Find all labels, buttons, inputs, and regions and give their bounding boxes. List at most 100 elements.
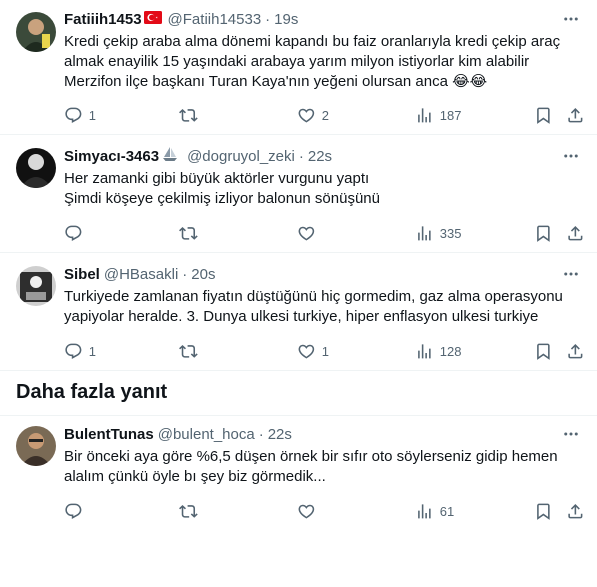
view-count: 335 (439, 225, 462, 241)
views-icon (418, 107, 431, 123)
separator-dot: · (265, 10, 271, 28)
views-button[interactable]: 128 (415, 341, 461, 361)
share-icon (568, 343, 583, 359)
more-options-icon[interactable] (561, 264, 581, 284)
tweet-actions: 1 1 128 (64, 341, 583, 361)
retweet-icon (179, 344, 198, 358)
laugh-emoji: 😂😂 (452, 73, 488, 90)
share-button[interactable] (566, 341, 585, 361)
retweet-button[interactable] (179, 501, 198, 521)
more-options-icon[interactable] (561, 424, 581, 444)
tweet-line: alalım çünkü öyle bı şey biz görmedik... (64, 468, 326, 485)
tweet-actions: 335 (64, 223, 583, 243)
reply-count: 1 (88, 343, 96, 359)
tweet-actions: 61 (64, 501, 583, 521)
author-name[interactable]: BulentTunas (64, 426, 154, 443)
reply-button[interactable]: 1 (64, 105, 96, 125)
share-button[interactable] (566, 501, 585, 521)
author-handle[interactable]: @Fatiih14533 (168, 11, 262, 28)
author-handle[interactable]: @HBasakli (104, 266, 178, 283)
bookmark-icon (537, 503, 550, 520)
bookmark-icon (537, 225, 550, 242)
tweet-line: Turkiyede zamlanan fiyatın düştüğünü hiç… (64, 288, 563, 305)
view-count: 61 (439, 503, 455, 519)
tweet[interactable]: Fatiiih1453 @Fatiih14533 · 19s Kredi çek… (0, 0, 597, 135)
retweet-icon (179, 504, 198, 518)
reply-icon (65, 343, 82, 359)
like-button[interactable]: 1 (297, 341, 329, 361)
timestamp[interactable]: 22s (308, 148, 332, 165)
tweet[interactable]: BulentTunas @bulent_hoca · 22s Bir öncek… (0, 416, 597, 587)
reply-icon (65, 503, 82, 519)
avatar[interactable] (16, 426, 56, 466)
author-name[interactable]: Fatiiih1453 (64, 11, 142, 28)
more-options-icon[interactable] (561, 9, 581, 29)
reply-button[interactable] (64, 223, 83, 243)
share-icon (568, 107, 583, 123)
views-icon (418, 503, 431, 519)
share-icon (568, 225, 583, 241)
bookmark-button[interactable] (534, 105, 553, 125)
bookmark-button[interactable] (534, 501, 553, 521)
more-replies-section: Daha fazla yanıt (0, 371, 597, 416)
tweet-text: Turkiyede zamlanan fiyatın düştüğünü hiç… (64, 287, 579, 327)
tweet-text: Her zamanki gibi büyük aktörler vurgunu … (64, 169, 579, 209)
reply-count: 1 (88, 107, 96, 123)
tweet-line: Merzifon ilçe başkanı Turan Kaya'nın yeğ… (64, 73, 488, 90)
tweet-line: Kredi çekip araba alma dönemi kapandı bu… (64, 33, 561, 50)
timestamp[interactable]: 19s (274, 11, 298, 28)
separator-dot: · (258, 425, 264, 443)
tweet[interactable]: Sibel @HBasakli · 20s Turkiyede zamlanan… (0, 253, 597, 371)
tweet-line: almak enayilik 15 yaşındaki arabaya yarı… (64, 53, 530, 70)
reply-button[interactable] (64, 501, 83, 521)
views-button[interactable]: 187 (415, 105, 461, 125)
view-count: 187 (439, 107, 462, 123)
views-icon (418, 343, 431, 359)
reply-icon (65, 107, 82, 123)
share-icon (568, 503, 583, 519)
like-button[interactable] (297, 223, 316, 243)
author-handle[interactable]: @bulent_hoca (158, 426, 255, 443)
retweet-button[interactable] (179, 105, 198, 125)
tweet-line: Şimdi köşeye çekilmiş izliyor balonun sö… (64, 190, 380, 207)
views-button[interactable]: 61 (415, 501, 454, 521)
retweet-icon (179, 108, 198, 122)
views-icon (418, 225, 431, 241)
timestamp[interactable]: 22s (268, 426, 292, 443)
avatar[interactable] (16, 148, 56, 188)
tweet-text: Bir önceki aya göre %6,5 düşen örnek bir… (64, 447, 579, 487)
like-button[interactable]: 2 (297, 105, 329, 125)
tweet-line: yapiyolar heralde. 3. Dunya ulkesi turki… (64, 308, 539, 325)
section-title: Daha fazla yanıt (16, 381, 168, 403)
like-count: 1 (321, 343, 329, 359)
share-button[interactable] (566, 105, 585, 125)
reply-feed: Fatiiih1453 @Fatiih14533 · 19s Kredi çek… (0, 0, 597, 587)
like-button[interactable] (297, 501, 316, 521)
tweet-text: Kredi çekip araba alma dönemi kapandı bu… (64, 32, 579, 92)
share-button[interactable] (566, 223, 585, 243)
like-count: 2 (321, 107, 329, 123)
avatar[interactable] (16, 266, 56, 306)
author-handle[interactable]: @dogruyol_zeki (187, 148, 295, 165)
bookmark-icon (537, 343, 550, 360)
bookmark-icon (537, 107, 550, 124)
timestamp[interactable]: 20s (191, 266, 215, 283)
separator-dot: · (182, 265, 188, 283)
more-options-icon[interactable] (561, 146, 581, 166)
retweet-button[interactable] (179, 341, 198, 361)
avatar[interactable] (16, 12, 56, 52)
reply-button[interactable]: 1 (64, 341, 96, 361)
bookmark-button[interactable] (534, 223, 553, 243)
sailboat-icon (161, 146, 179, 166)
tweet[interactable]: Simyacı-3463 @dogruyol_zeki · 22s Her za… (0, 135, 597, 253)
author-name[interactable]: Simyacı-3463 (64, 148, 159, 165)
bookmark-button[interactable] (534, 341, 553, 361)
view-count: 128 (439, 343, 462, 359)
heart-icon (298, 344, 315, 359)
heart-icon (298, 108, 315, 123)
author-name[interactable]: Sibel (64, 266, 100, 283)
views-button[interactable]: 335 (415, 223, 461, 243)
separator-dot: · (298, 147, 304, 165)
heart-icon (298, 226, 315, 241)
retweet-button[interactable] (179, 223, 198, 243)
